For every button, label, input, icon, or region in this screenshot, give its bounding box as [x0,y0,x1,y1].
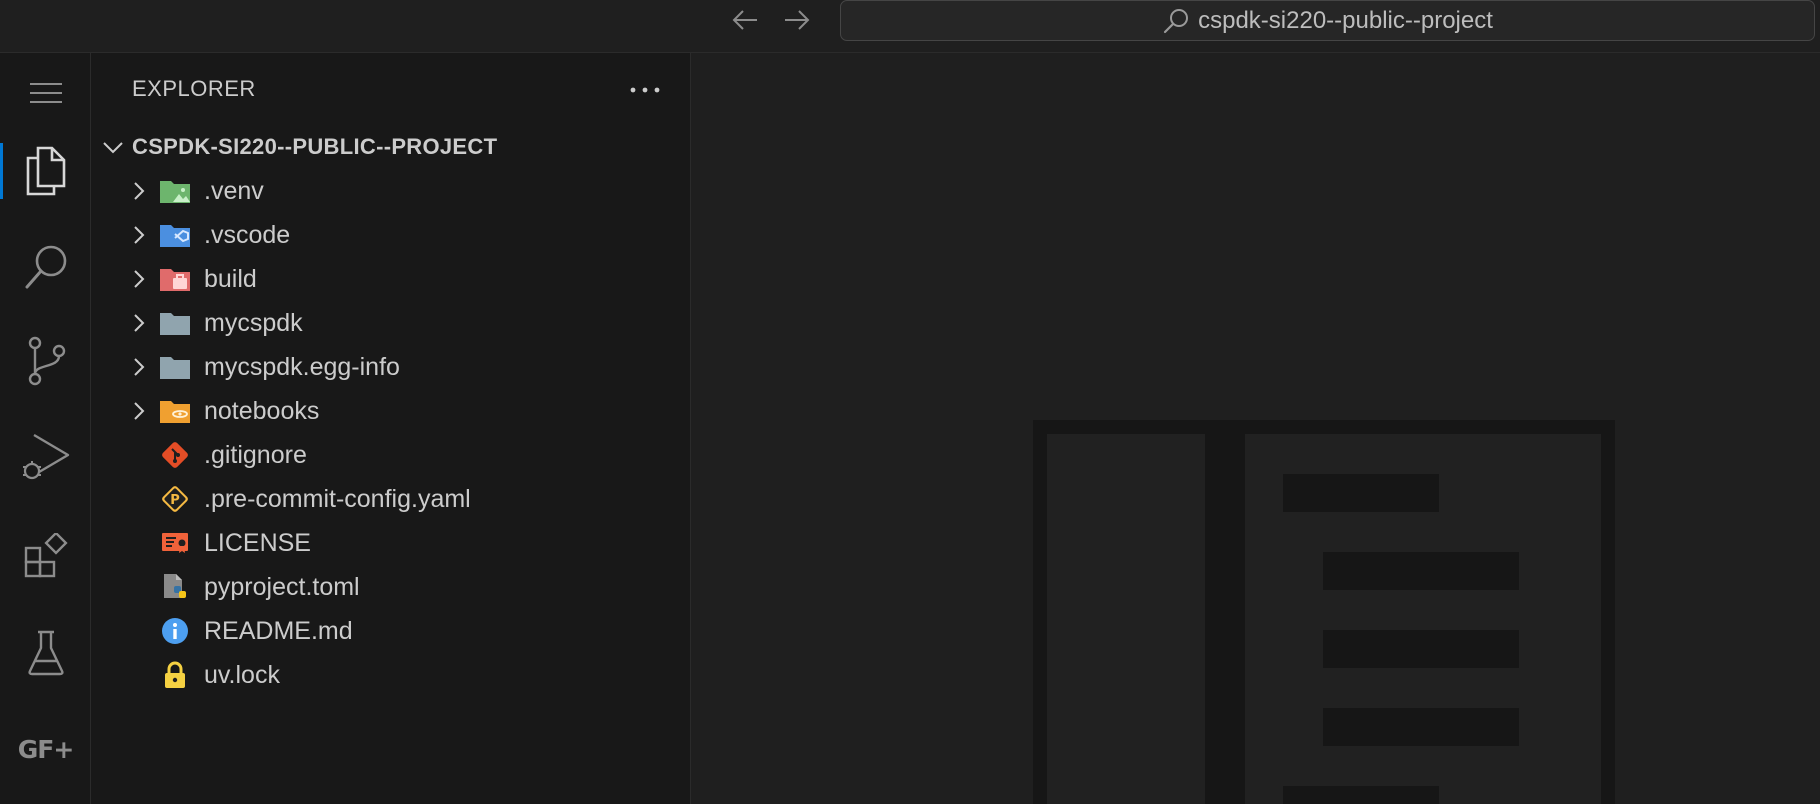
chevron-down-icon [101,135,125,164]
tree-item-label: .pre-commit-config.yaml [204,484,471,513]
tree-item-label: mycspdk [204,308,303,337]
tree-item-label: LICENSE [204,528,311,557]
tree-item-label: .venv [204,176,264,205]
forward-button[interactable] [780,6,814,34]
menu-button[interactable] [0,63,91,123]
gf-plus-label: GF+ [17,734,75,764]
tree-item-mycspdk[interactable]: mycspdk [91,301,691,345]
tree-item-notebooks[interactable]: notebooks [91,389,691,433]
chevron-right-icon [129,357,149,382]
search-icon [25,245,66,289]
extensions-icon [24,533,68,578]
tree-item-egg-info[interactable]: mycspdk.egg-info [91,345,691,389]
chevron-right-icon [129,225,149,250]
folder-vscode-icon [159,221,191,249]
flask-icon [27,630,64,676]
vscode-watermark-icon [1033,420,1615,804]
file-tree: .venv .vscode build mycspdk mycspdk.egg-… [91,169,691,697]
tree-item-label: notebooks [204,396,320,425]
activity-gdsfactory[interactable]: GF+ [0,709,91,789]
svg-text:P: P [170,493,180,508]
tree-item-label: mycspdk.egg-info [204,352,400,381]
activity-search[interactable] [0,227,91,307]
folder-icon [159,309,191,337]
command-center-text: cspdk-si220--public--project [1198,6,1493,34]
tree-item-venv[interactable]: .venv [91,169,691,213]
search-icon [1162,7,1190,35]
tree-item-label: .gitignore [204,440,307,469]
tree-item-pre-commit[interactable]: P .pre-commit-config.yaml [91,477,691,521]
activity-run-debug[interactable] [0,417,91,497]
tree-item-build[interactable]: build [91,257,691,301]
back-button[interactable] [728,6,762,34]
chevron-right-icon [129,269,149,294]
folder-build-icon [159,265,191,293]
pre-commit-icon: P [159,485,191,513]
tree-item-label: build [204,264,257,293]
tree-item-label: .vscode [204,220,291,249]
tree-item-label: pyproject.toml [204,572,360,601]
arrow-right-icon [785,10,810,30]
sidebar-title: EXPLORER [132,76,256,101]
command-center-search[interactable]: cspdk-si220--public--project [840,0,1815,41]
project-folder-header[interactable]: CSPDK-SI220--PUBLIC--PROJECT [91,125,691,169]
info-icon [159,617,191,645]
license-icon [159,529,191,557]
files-icon [26,146,65,196]
title-bar: cspdk-si220--public--project [0,0,1820,53]
activity-testing[interactable] [0,613,91,693]
activity-explorer[interactable] [0,131,91,211]
tree-item-gitignore[interactable]: .gitignore [91,433,691,477]
tree-item-vscode[interactable]: .vscode [91,213,691,257]
folder-icon [159,353,191,381]
folder-venv-icon [159,177,191,205]
editor-area [691,53,1820,804]
lock-icon [159,661,191,689]
activity-extensions[interactable] [0,516,91,596]
tree-item-label: README.md [204,616,353,645]
git-icon [159,441,191,469]
activity-source-control[interactable] [0,321,91,401]
activity-bar: GF+ [0,53,91,804]
tree-item-uv-lock[interactable]: uv.lock [91,653,691,697]
arrow-left-icon [732,10,757,30]
ellipsis-icon [630,87,660,93]
sidebar-header: EXPLORER [91,53,691,125]
tree-item-readme[interactable]: README.md [91,609,691,653]
tree-item-pyproject[interactable]: pyproject.toml [91,565,691,609]
chevron-right-icon [129,401,149,426]
explorer-sidebar: EXPLORER CSPDK-SI220--PUBLIC--PROJECT .v… [91,53,691,804]
python-toml-icon [159,573,191,601]
tree-item-label: uv.lock [204,660,280,689]
run-debug-icon [22,433,69,480]
chevron-right-icon [129,181,149,206]
chevron-right-icon [129,313,149,338]
more-actions-button[interactable] [627,75,663,105]
folder-notebooks-icon [159,397,191,425]
project-name: CSPDK-SI220--PUBLIC--PROJECT [132,134,498,159]
source-control-icon [28,336,65,386]
tree-item-license[interactable]: LICENSE [91,521,691,565]
hamburger-icon [29,83,62,103]
